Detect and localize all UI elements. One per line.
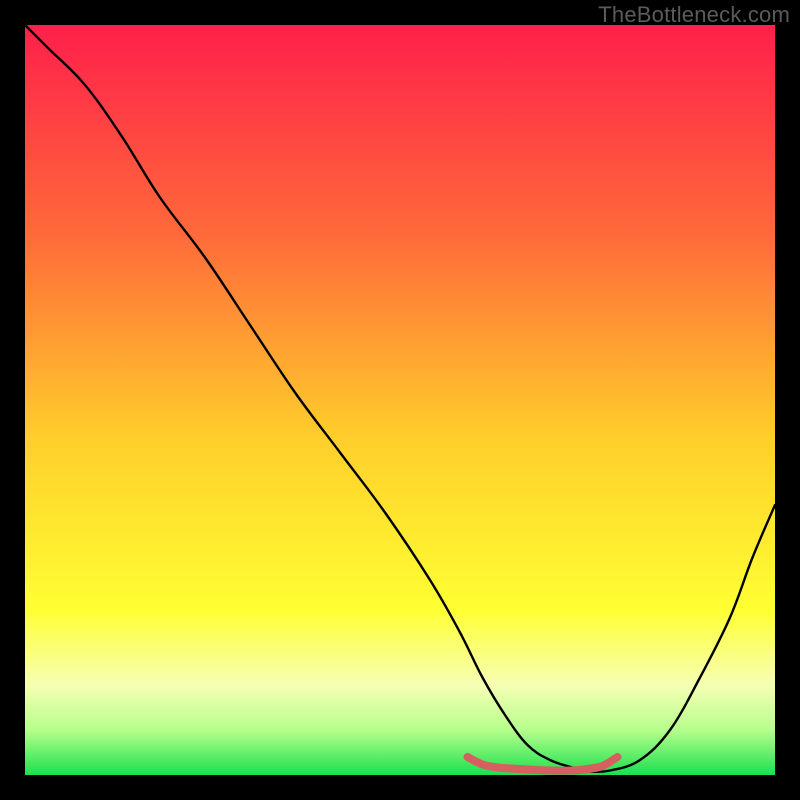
chart-plot: [25, 25, 775, 775]
chart-wrap: TheBottleneck.com: [0, 0, 800, 800]
chart-svg: [25, 25, 775, 775]
watermark: TheBottleneck.com: [598, 2, 790, 28]
chart-background: [25, 25, 775, 775]
